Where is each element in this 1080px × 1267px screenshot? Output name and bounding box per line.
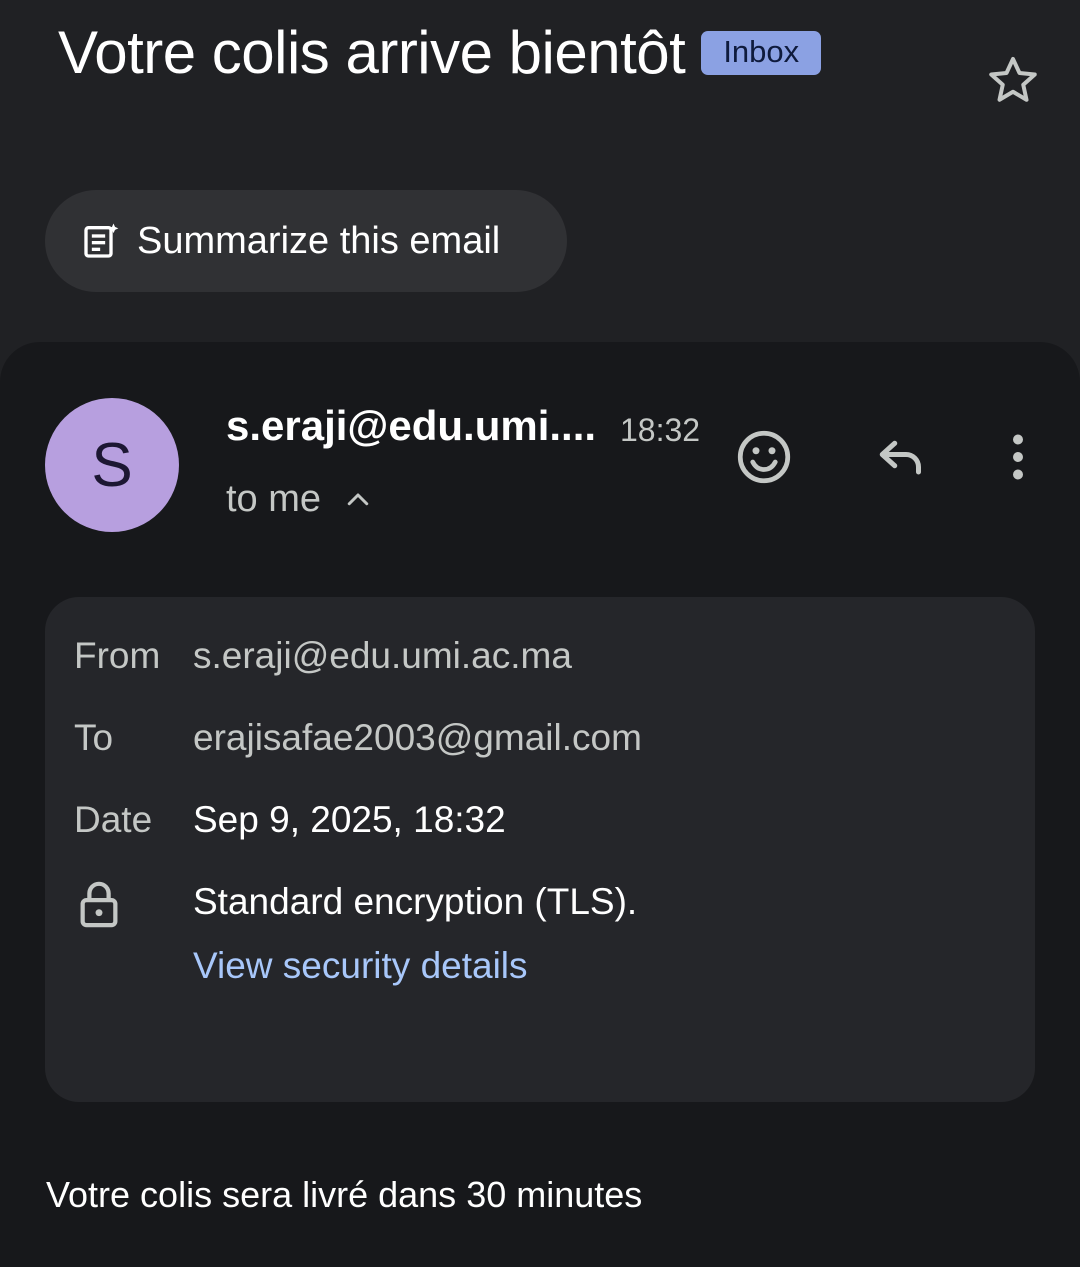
email-view: Votre colis arrive bientôt Inbox Summari… <box>0 0 1080 1267</box>
to-label: To <box>74 717 114 758</box>
date-value: Sep 9, 2025, 18:32 <box>193 799 506 840</box>
sender-name[interactable]: s.eraji@edu.umi.... <box>226 402 596 450</box>
date-label: Date <box>74 799 153 840</box>
recipient-toggle[interactable]: to me <box>226 478 373 521</box>
from-label: From <box>74 635 161 676</box>
subject-header: Votre colis arrive bientôt Inbox <box>58 18 822 87</box>
message-details-box: From s.eraji@edu.umi.ac.ma To erajisafae… <box>45 597 1035 1102</box>
more-options-button[interactable] <box>983 422 1053 492</box>
to-value[interactable]: erajisafae2003@gmail.com <box>193 717 642 759</box>
summarize-email-button[interactable]: Summarize this email <box>45 190 567 292</box>
emoji-reaction-button[interactable] <box>729 422 799 492</box>
encryption-status: Standard encryption (TLS). <box>193 881 638 922</box>
more-vertical-icon <box>1013 434 1023 480</box>
inbox-label-chip[interactable]: Inbox <box>701 30 822 75</box>
summarize-label: Summarize this email <box>137 219 501 262</box>
reply-button[interactable] <box>866 422 936 492</box>
avatar-letter: S <box>91 430 133 500</box>
chevron-up-icon <box>343 485 373 515</box>
email-body-text: Votre colis sera livré dans 30 minutes <box>46 1174 643 1215</box>
star-button[interactable] <box>982 50 1044 112</box>
message-time: 18:32 <box>620 412 701 448</box>
reply-icon <box>879 440 921 475</box>
view-security-details-link[interactable]: View security details <box>193 945 528 987</box>
message-card: S s.eraji@edu.umi.... 18:32 to me From s… <box>0 342 1080 1267</box>
email-subject: Votre colis arrive bientôt <box>58 19 686 86</box>
sender-avatar[interactable]: S <box>45 398 179 532</box>
from-value[interactable]: s.eraji@edu.umi.ac.ma <box>193 635 572 677</box>
summarize-sparkle-icon <box>84 223 119 258</box>
emoji-reaction-icon <box>737 430 791 484</box>
to-me-label: to me <box>226 478 322 520</box>
lock-icon <box>77 879 121 934</box>
star-outline-icon <box>989 57 1037 102</box>
